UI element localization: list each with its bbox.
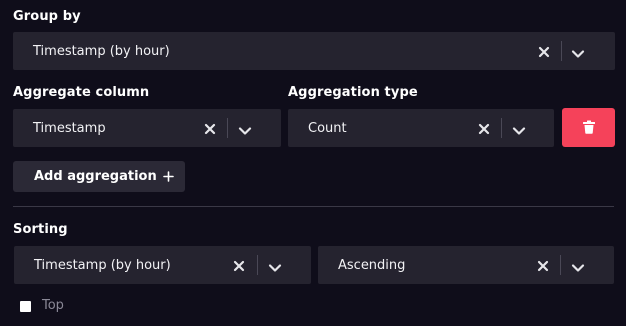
aggregation-type-label: Aggregation type <box>288 85 418 100</box>
top-checkbox[interactable] <box>20 301 31 312</box>
chevron-down-icon[interactable] <box>512 122 526 135</box>
aggregation-type-value: Count <box>308 120 347 136</box>
add-aggregation-button[interactable]: Add aggregation <box>13 161 185 192</box>
clear-icon[interactable] <box>537 44 551 58</box>
sorting-direction-value: Ascending <box>338 257 406 273</box>
clear-icon[interactable] <box>232 258 246 272</box>
chevron-down-icon[interactable] <box>571 45 585 58</box>
select-separator <box>560 255 561 275</box>
group-by-select[interactable]: Timestamp (by hour) <box>13 32 615 70</box>
sorting-direction-select[interactable]: Ascending <box>318 246 614 284</box>
sorting-column-select[interactable]: Timestamp (by hour) <box>14 246 311 284</box>
clear-icon[interactable] <box>477 121 491 135</box>
chevron-down-icon[interactable] <box>238 122 252 135</box>
delete-aggregation-button[interactable] <box>562 108 615 147</box>
trash-icon <box>583 120 595 134</box>
clear-icon[interactable] <box>203 121 217 135</box>
select-separator <box>501 118 502 138</box>
sorting-label: Sorting <box>13 222 68 237</box>
chevron-down-icon[interactable] <box>571 259 585 272</box>
aggregate-column-label: Aggregate column <box>13 85 150 100</box>
aggregation-type-select[interactable]: Count <box>288 109 554 147</box>
chevron-down-icon[interactable] <box>268 259 282 272</box>
group-by-value: Timestamp (by hour) <box>33 43 170 59</box>
select-separator <box>227 118 228 138</box>
sorting-column-value: Timestamp (by hour) <box>34 257 171 273</box>
group-by-label: Group by <box>13 9 81 24</box>
section-divider <box>13 206 614 207</box>
aggregate-column-value: Timestamp <box>33 120 106 136</box>
add-aggregation-label: Add aggregation <box>34 169 157 184</box>
plus-icon <box>163 171 174 182</box>
aggregate-column-select[interactable]: Timestamp <box>13 109 281 147</box>
top-label: Top <box>42 298 64 313</box>
select-separator <box>257 255 258 275</box>
clear-icon[interactable] <box>536 258 550 272</box>
select-separator <box>561 41 562 61</box>
